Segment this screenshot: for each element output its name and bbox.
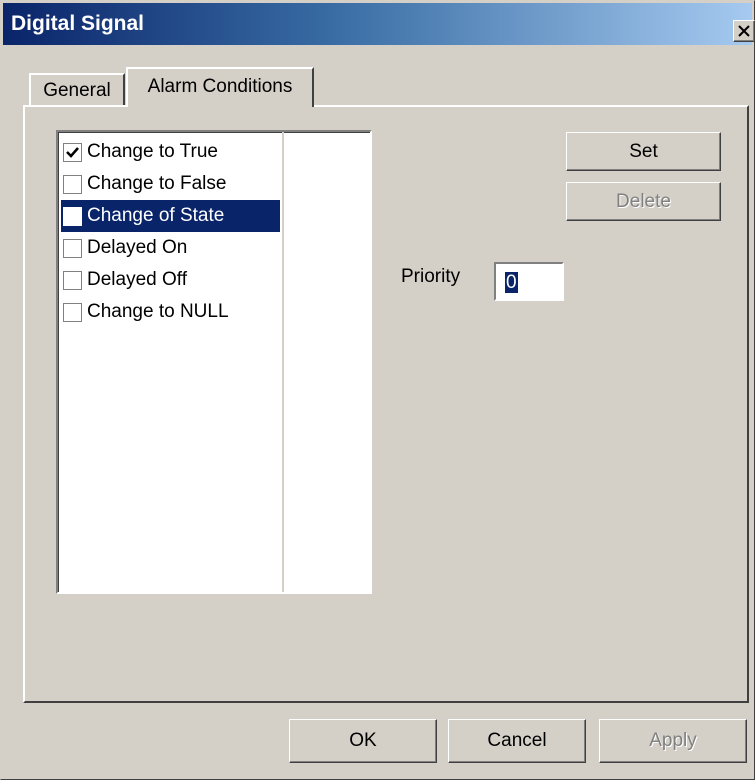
priority-label: Priority <box>401 266 461 287</box>
ok-button[interactable]: OK <box>289 719 437 763</box>
list-item-delayed-on[interactable]: Delayed On <box>61 232 280 264</box>
checkbox[interactable] <box>63 207 82 226</box>
priority-value: 0 <box>505 272 518 293</box>
priority-input[interactable]: 0 <box>494 262 564 301</box>
list-item-label: Delayed On <box>87 237 188 258</box>
column-divider <box>282 132 284 592</box>
alarm-conditions-list[interactable]: Change to True Change to False Change of… <box>56 130 372 594</box>
tab-alarm-conditions[interactable]: Alarm Conditions <box>126 67 314 113</box>
list-item-change-to-true[interactable]: Change to True <box>61 136 280 168</box>
list-item-change-to-false[interactable]: Change to False <box>61 168 280 200</box>
set-button[interactable]: Set <box>566 132 721 171</box>
checkbox[interactable] <box>63 303 82 322</box>
checkbox[interactable] <box>63 239 82 258</box>
list-item-label: Change to True <box>87 141 218 162</box>
list-item-label: Change to False <box>87 173 227 194</box>
dialog-window: Digital Signal General Alarm Conditions … <box>0 0 755 780</box>
checkbox[interactable] <box>63 271 82 290</box>
title-bar[interactable]: Digital Signal <box>3 3 755 45</box>
list-item-delayed-off[interactable]: Delayed Off <box>61 264 280 296</box>
list-item-label: Delayed Off <box>87 269 187 290</box>
checkbox[interactable] <box>63 175 82 194</box>
tab-alarm-conditions-label: Alarm Conditions <box>147 76 293 97</box>
tab-general-label: General <box>43 80 111 101</box>
close-button[interactable] <box>733 20 755 42</box>
checkmark-icon <box>66 147 79 158</box>
list-item-change-to-null[interactable]: Change to NULL <box>61 296 280 328</box>
delete-button[interactable]: Delete <box>566 182 721 221</box>
window-title: Digital Signal <box>11 12 145 35</box>
checkbox[interactable] <box>63 143 82 162</box>
list-item-change-of-state[interactable]: Change of State <box>61 200 280 232</box>
list-item-label: Change to NULL <box>87 301 229 322</box>
list-item-label: Change of State <box>87 205 225 226</box>
tab-general[interactable]: General <box>29 73 125 105</box>
apply-button[interactable]: Apply <box>599 719 747 763</box>
cancel-button[interactable]: Cancel <box>448 719 586 763</box>
